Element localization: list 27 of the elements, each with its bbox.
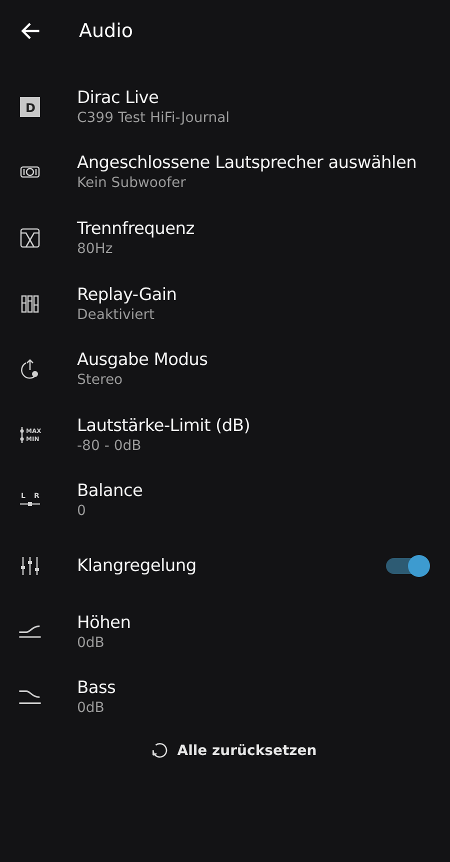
setting-title[interactable]: Ausgabe Modus	[77, 350, 430, 370]
setting-title[interactable]: Angeschlossene Lautsprecher auswählen	[77, 153, 430, 174]
setting-value: Stereo	[77, 372, 124, 388]
setting-value: 0dB	[77, 700, 106, 716]
reset-all-button[interactable]: Alle zurücksetzen	[8, 740, 450, 762]
setting-value: -80 - 0dB	[77, 438, 142, 454]
dirac-logo-icon: D	[18, 94, 42, 119]
setting-title[interactable]: Bass	[77, 678, 430, 698]
setting-value: 0	[77, 503, 87, 520]
bass-curve-icon	[18, 690, 42, 704]
back-arrow-icon[interactable]	[20, 20, 42, 42]
setting-title[interactable]: Balance	[77, 481, 430, 502]
screen-title: Audio	[79, 20, 134, 42]
setting-title[interactable]: Replay-Gain	[77, 284, 430, 305]
treble-curve-icon	[18, 624, 42, 638]
setting-value: 0dB	[77, 634, 106, 651]
toggle-switch[interactable]	[386, 554, 430, 577]
setting-value: Kein Subwoofer	[77, 175, 187, 192]
setting-value: C399 Test HiFi-Journal	[77, 110, 231, 126]
setting-value: Deaktiviert	[77, 306, 156, 323]
setting-title[interactable]: Klangregelung	[77, 556, 386, 576]
crossover-icon	[18, 226, 42, 250]
setting-title[interactable]: Trennfrequenz	[77, 218, 430, 239]
setting-title[interactable]: Höhen	[77, 612, 430, 633]
setting-value: 80Hz	[77, 240, 114, 257]
setting-title[interactable]: Lautstärke-Limit (dB)	[77, 416, 430, 436]
setting-title[interactable]: Dirac Live	[77, 88, 430, 108]
